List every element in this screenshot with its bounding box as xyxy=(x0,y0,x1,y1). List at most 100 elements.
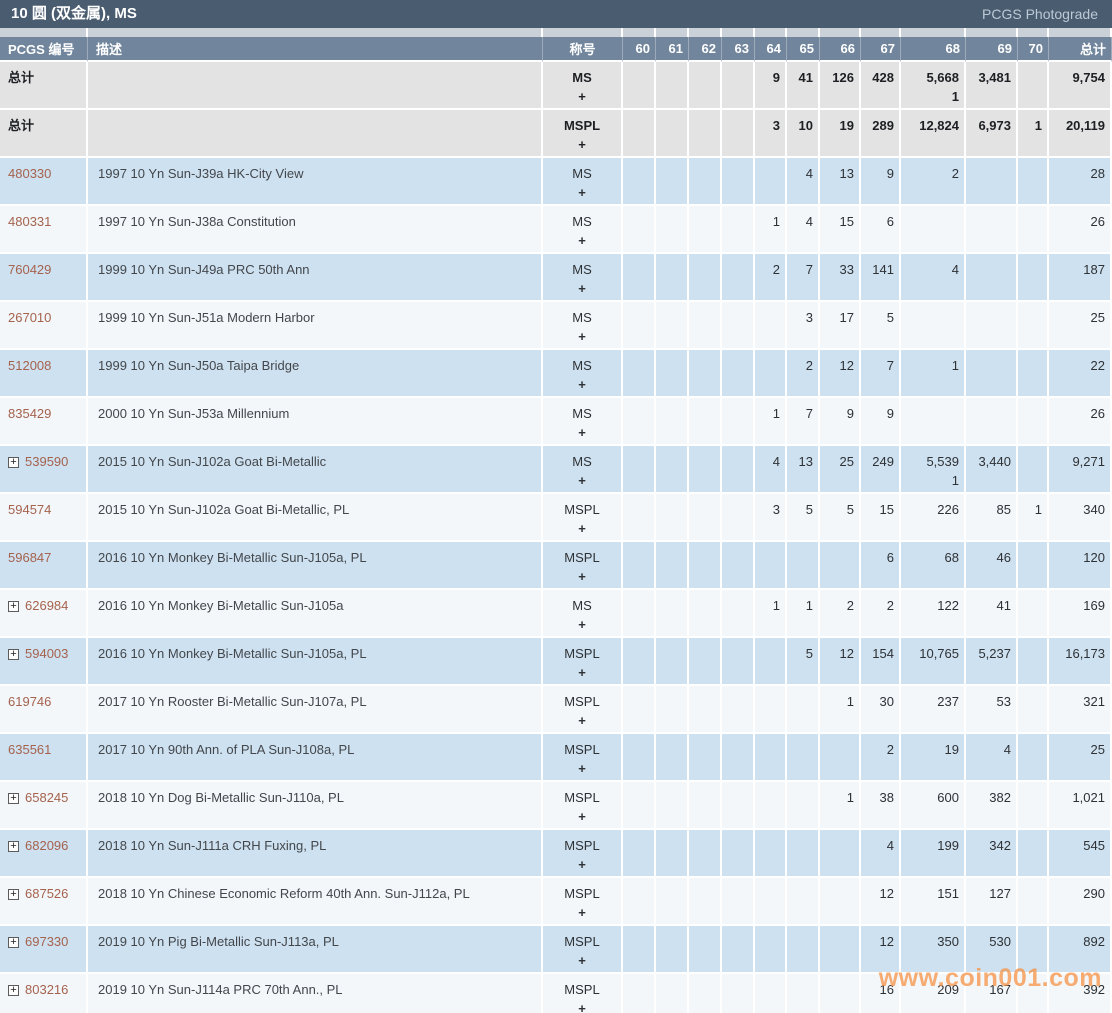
designation-label: MS xyxy=(543,212,621,231)
pcgs-number-cell: +697330 xyxy=(0,926,88,974)
description-cell: 2016 10 Yn Monkey Bi-Metallic Sun-J105a,… xyxy=(88,542,543,590)
designation-label: MSPL xyxy=(543,548,621,567)
grade-cell-62 xyxy=(689,542,722,590)
pcgs-number-link[interactable]: 658245 xyxy=(25,790,68,805)
designation-cell: MS+ xyxy=(543,350,623,398)
grade-cell-60 xyxy=(623,638,656,686)
pcgs-number-link[interactable]: 619746 xyxy=(8,694,51,709)
expand-icon[interactable]: + xyxy=(8,841,19,852)
grade-cell-68: 12,824 xyxy=(901,110,966,158)
pcgs-number-link[interactable]: 803216 xyxy=(25,982,68,997)
expand-icon[interactable]: + xyxy=(8,649,19,660)
grade-cell-67: 5 xyxy=(861,302,901,350)
grade-cell-65: 7 xyxy=(787,398,820,446)
grade-cell-65 xyxy=(787,974,820,1013)
grade-cell-66: 12 xyxy=(820,638,861,686)
grade-cell-61 xyxy=(656,302,689,350)
description-cell: 2018 10 Yn Chinese Economic Reform 40th … xyxy=(88,878,543,926)
pcgs-number-link[interactable]: 267010 xyxy=(8,310,51,325)
pcgs-number-link[interactable]: 596847 xyxy=(8,550,51,565)
total-cell: 169 xyxy=(1049,590,1112,638)
pcgs-number-link[interactable]: 682096 xyxy=(25,838,68,853)
col-header-grade-65: 65 xyxy=(787,37,820,62)
description-cell: 2016 10 Yn Monkey Bi-Metallic Sun-J105a,… xyxy=(88,638,543,686)
grade-cell-64: 3 xyxy=(755,110,787,158)
total-cell: 290 xyxy=(1049,878,1112,926)
pcgs-number-link[interactable]: 760429 xyxy=(8,262,51,277)
expand-icon[interactable]: + xyxy=(8,985,19,996)
expand-icon[interactable]: + xyxy=(8,793,19,804)
grade-cell-63 xyxy=(722,926,755,974)
table-row: +687526 2018 10 Yn Chinese Economic Refor… xyxy=(0,878,1112,926)
table-row: +6973302019 10 Yn Pig Bi-Metallic Sun-J1… xyxy=(0,926,1112,974)
grade-cell-61 xyxy=(656,254,689,302)
plus-designation-label: + xyxy=(543,711,621,730)
grade-cell-60 xyxy=(623,830,656,878)
grade-cell-63 xyxy=(722,686,755,734)
pcgs-number-cell: +594003 xyxy=(0,638,88,686)
grade-cell-70 xyxy=(1018,206,1049,254)
grade-cell-64 xyxy=(755,974,787,1013)
grade-cell-66 xyxy=(820,830,861,878)
pcgs-photograde-link[interactable]: PCGS Photograde xyxy=(982,0,1098,28)
pcgs-number-link[interactable]: 539590 xyxy=(25,454,68,469)
grade-cell-62 xyxy=(689,926,722,974)
col-header-grade-67: 67 xyxy=(861,37,901,62)
pcgs-number-link[interactable]: 697330 xyxy=(25,934,68,949)
col-header-description: 描述 xyxy=(88,37,543,62)
grade-cell-70 xyxy=(1018,686,1049,734)
grade-cell-66: 17 xyxy=(820,302,861,350)
grade-cell-63 xyxy=(722,350,755,398)
pcgs-number-link[interactable]: 480330 xyxy=(8,166,51,181)
grade-cell-63 xyxy=(722,782,755,830)
designation-cell: MSPL+ xyxy=(543,542,623,590)
pcgs-number-link[interactable]: 626984 xyxy=(25,598,68,613)
pcgs-number-link[interactable]: 594003 xyxy=(25,646,68,661)
expand-icon[interactable]: + xyxy=(8,457,19,468)
table-row: 596847 2016 10 Yn Monkey Bi-Metallic Sun-… xyxy=(0,542,1112,590)
expand-icon[interactable]: + xyxy=(8,601,19,612)
grade-cell-68 xyxy=(901,302,966,350)
grade-cell-63 xyxy=(722,878,755,926)
expand-icon[interactable]: + xyxy=(8,889,19,900)
grade-cell-61 xyxy=(656,638,689,686)
pcgs-number-link[interactable]: 480331 xyxy=(8,214,51,229)
pcgs-number-link[interactable]: 594574 xyxy=(8,502,51,517)
grade-cell-70 xyxy=(1018,350,1049,398)
designation-label: MS xyxy=(543,452,621,471)
plus-designation-label: + xyxy=(543,87,621,106)
description-cell: 2015 10 Yn Sun-J102a Goat Bi-Metallic xyxy=(88,446,543,494)
designation-cell: MSPL+ xyxy=(543,782,623,830)
total-cell: 120 xyxy=(1049,542,1112,590)
grade-cell-63 xyxy=(722,110,755,158)
table-row: 4803301997 10 Yn Sun-J39a HK-City ViewMS… xyxy=(0,158,1112,206)
grade-cell-67: 38 xyxy=(861,782,901,830)
total-cell: 1,021 xyxy=(1049,782,1112,830)
pcgs-number-link[interactable]: 635561 xyxy=(8,742,51,757)
grade-cell-67: 4 xyxy=(861,830,901,878)
grade-cell-66: 1 xyxy=(820,782,861,830)
grade-cell-68: 2 xyxy=(901,158,966,206)
col-header-grade-61: 61 xyxy=(656,37,689,62)
total-cell: 321 xyxy=(1049,686,1112,734)
expand-icon[interactable]: + xyxy=(8,937,19,948)
grade-cell-69 xyxy=(966,254,1018,302)
grade-cell-61 xyxy=(656,206,689,254)
designation-cell: MSPL+ xyxy=(543,926,623,974)
pcgs-number-link[interactable]: 835429 xyxy=(8,406,51,421)
pcgs-number-link[interactable]: 512008 xyxy=(8,358,51,373)
grade-cell-68: 5,668 1 xyxy=(901,62,966,110)
grade-cell-60 xyxy=(623,254,656,302)
description-cell: 2016 10 Yn Monkey Bi-Metallic Sun-J105a xyxy=(88,590,543,638)
grade-cell-70: 1 xyxy=(1018,110,1049,158)
col-header-grade-63: 63 xyxy=(722,37,755,62)
pcgs-number-link[interactable]: 687526 xyxy=(25,886,68,901)
grade-cell-68: 199 xyxy=(901,830,966,878)
grade-cell-67: 12 xyxy=(861,878,901,926)
grade-cell-61 xyxy=(656,782,689,830)
grade-cell-60 xyxy=(623,494,656,542)
grade-cell-60 xyxy=(623,158,656,206)
grade-cell-62 xyxy=(689,734,722,782)
grade-cell-63 xyxy=(722,158,755,206)
grade-cell-61 xyxy=(656,350,689,398)
